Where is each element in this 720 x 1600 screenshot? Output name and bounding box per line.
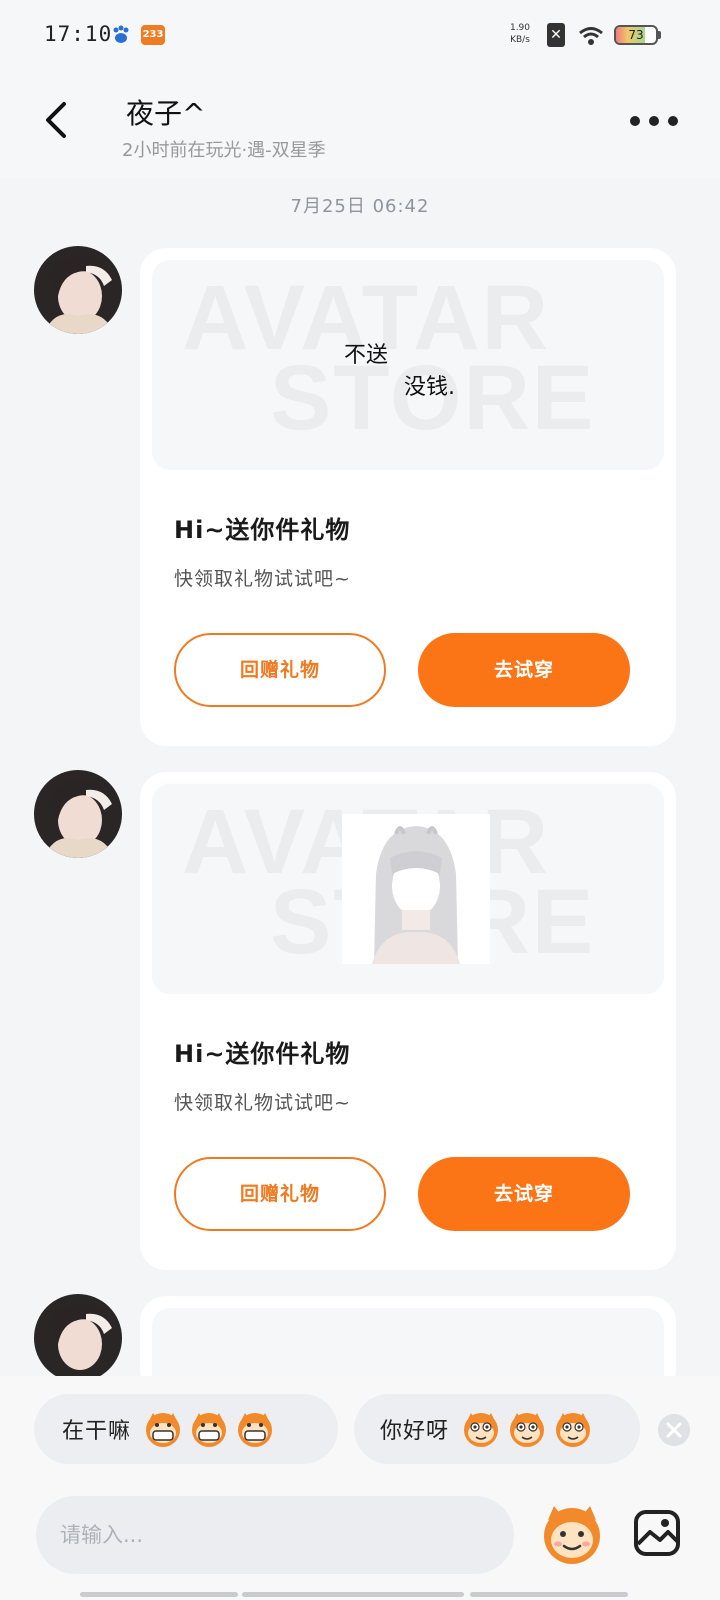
banner-note: 不送 没钱. bbox=[344, 340, 455, 404]
gift-title: Hi~送你件礼物 bbox=[174, 516, 351, 544]
hair-item-image bbox=[342, 814, 490, 964]
message-timestamp: 7月25日 06:42 bbox=[290, 196, 430, 217]
message-input[interactable] bbox=[36, 1496, 514, 1574]
contact-status: 2小时前在玩光·遇-双星季 bbox=[122, 140, 326, 161]
avatar-photo bbox=[34, 770, 122, 858]
smile-monkey-emoji-icon bbox=[556, 1413, 591, 1447]
smile-monkey-emoji-icon bbox=[464, 1413, 499, 1447]
grin-monkey-emoji-icon bbox=[146, 1413, 181, 1447]
gift-message-card[interactable]: AVATAR STORE Hi~送你件礼物 快领取礼物试试吧~ 回赠礼物 去试穿 bbox=[140, 772, 676, 1270]
return-gift-button[interactable]: 回赠礼物 bbox=[174, 633, 386, 707]
gift-description: 快领取礼物试试吧~ bbox=[174, 568, 351, 590]
network-speed: 1.90 KB/s bbox=[507, 22, 533, 46]
gesture-bar bbox=[470, 1592, 628, 1597]
gesture-bar bbox=[242, 1592, 464, 1597]
status-bar: 17:10 233 1.90 KB/s ✕ 73 bbox=[0, 0, 720, 70]
grin-monkey-emoji-icon bbox=[238, 1413, 273, 1447]
app-233-icon: 233 bbox=[141, 25, 165, 45]
no-sim-icon: ✕ bbox=[547, 23, 565, 47]
try-on-button[interactable]: 去试穿 bbox=[418, 1157, 630, 1231]
quick-reply-chip[interactable]: 你好呀 bbox=[354, 1394, 640, 1464]
gift-message-card[interactable]: AVATAR STORE 不送 没钱. Hi~送你件礼物 快领取礼物试试吧~ 回… bbox=[140, 248, 676, 746]
banner-note-line1: 不送 bbox=[344, 343, 389, 368]
gift-title: Hi~送你件礼物 bbox=[174, 1040, 351, 1068]
network-speed-unit: KB/s bbox=[510, 35, 530, 45]
gesture-bar bbox=[80, 1592, 238, 1597]
avatar-photo bbox=[34, 246, 122, 334]
gift-banner[interactable]: AVATAR STORE bbox=[152, 784, 664, 994]
more-dots-icon[interactable] bbox=[630, 110, 678, 132]
battery-level: 73 bbox=[628, 28, 644, 42]
close-icon[interactable] bbox=[658, 1414, 690, 1446]
banner-note-line2: 没钱. bbox=[404, 375, 455, 400]
gift-description: 快领取礼物试试吧~ bbox=[174, 1092, 351, 1114]
return-gift-button[interactable]: 回赠礼物 bbox=[174, 1157, 386, 1231]
quick-reply-text: 你好呀 bbox=[380, 1419, 450, 1444]
wifi-icon bbox=[579, 27, 603, 45]
sticker-icon[interactable] bbox=[538, 1500, 606, 1568]
quick-reply-chip[interactable]: 在干嘛 bbox=[34, 1394, 338, 1464]
battery-tip bbox=[658, 31, 661, 39]
chat-input-panel: 在干嘛 你好呀 bbox=[0, 1376, 720, 1600]
avatar-photo bbox=[34, 1294, 122, 1382]
baidu-paw-icon bbox=[113, 25, 129, 43]
battery-indicator: 73 bbox=[614, 25, 658, 45]
network-speed-value: 1.90 bbox=[509, 23, 531, 33]
contact-avatar[interactable] bbox=[34, 246, 122, 334]
smile-monkey-emoji-icon bbox=[510, 1413, 545, 1447]
grin-monkey-emoji-icon bbox=[192, 1413, 227, 1447]
contact-name[interactable]: 夜子^ bbox=[126, 92, 205, 132]
contact-avatar[interactable] bbox=[34, 770, 122, 858]
back-arrow-icon[interactable] bbox=[36, 98, 80, 142]
contact-avatar[interactable] bbox=[34, 1294, 122, 1382]
chat-header: 夜子^ 2小时前在玩光·遇-双星季 bbox=[0, 70, 720, 178]
quick-reply-text: 在干嘛 bbox=[62, 1419, 132, 1444]
image-icon[interactable] bbox=[632, 1508, 682, 1558]
status-time: 17:10 bbox=[44, 22, 113, 46]
gift-banner[interactable]: AVATAR STORE 不送 没钱. bbox=[152, 260, 664, 470]
try-on-button[interactable]: 去试穿 bbox=[418, 633, 630, 707]
